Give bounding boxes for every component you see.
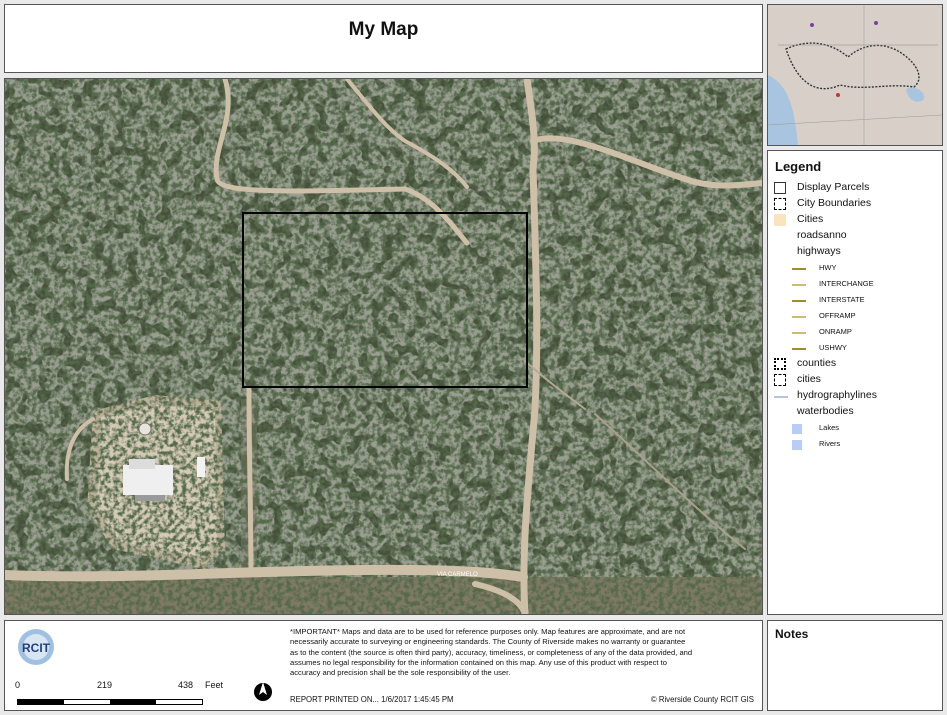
legend-symbol [792, 316, 806, 318]
legend-symbol [792, 440, 802, 450]
legend-symbol [792, 348, 806, 350]
legend-item-label: INTERSTATE [819, 295, 865, 304]
legend-item-hydrographylines: hydrographylines [768, 389, 942, 404]
scale-label-219: 219 [97, 680, 113, 690]
legend-title: Legend [775, 159, 822, 174]
legend-item-label: INTERCHANGE [819, 279, 874, 288]
legend-item-cities: Cities [768, 213, 942, 228]
legend-item-waterbodies: waterbodies [768, 405, 942, 420]
legend-symbol [774, 214, 786, 226]
legend-symbol [792, 300, 806, 302]
overview-map[interactable] [767, 4, 943, 146]
copyright-text: © Riverside County RCIT GIS [650, 695, 754, 704]
title-panel: My Map [4, 4, 763, 73]
legend-symbol [792, 424, 802, 434]
legend-item-label: hydrographylines [797, 389, 877, 401]
scale-label-438: 438 [178, 680, 194, 690]
footer-panel: RCIT 0 219 438 Feet *IMPORTANT* Maps and… [4, 620, 763, 711]
scale-bar [17, 699, 203, 705]
legend-symbol [774, 182, 786, 194]
water-tank [138, 422, 152, 436]
legend-item-highways: highways [768, 245, 942, 260]
legend-item-ushwy: USHWY [768, 341, 942, 356]
legend-item-offramp: OFFRAMP [768, 309, 942, 324]
svg-text:RCIT: RCIT [22, 641, 51, 655]
legend-item-label: HWY [819, 263, 837, 272]
legend-item-label: cities [797, 373, 821, 385]
legend-item-city-boundaries: City Boundaries [768, 197, 942, 212]
legend-item-cities: cities [768, 373, 942, 388]
legend-item-label: waterbodies [797, 405, 854, 417]
legend-item-label: USHWY [819, 343, 847, 352]
vegetation-texture [5, 79, 762, 614]
shed [197, 457, 205, 477]
scale-label-0: 0 [15, 680, 21, 690]
legend-item-hwy: HWY [768, 261, 942, 276]
scale-unit: Feet [205, 680, 224, 690]
map-imagery[interactable]: VIA CARMELO [5, 79, 762, 614]
legend-item-label: Lakes [819, 423, 840, 432]
legend-item-roadsanno: roadsanno [768, 229, 942, 244]
page-title: My Map [348, 19, 419, 40]
legend-item-interchange: INTERCHANGE [768, 277, 942, 292]
map-view[interactable]: VIA CARMELO [4, 78, 763, 615]
legend-item-label: ONRAMP [819, 327, 852, 336]
notes-panel: Notes [767, 620, 943, 711]
legend-item-lakes: Lakes [768, 421, 942, 436]
legend-symbol [774, 396, 788, 398]
legend-symbol [774, 198, 786, 210]
north-arrow-icon [254, 682, 272, 701]
legend-panel: Legend Display Parcels City Boundaries Cit… [767, 150, 943, 615]
legend-item-onramp: ONRAMP [768, 325, 942, 340]
legend-item-label: counties [797, 357, 837, 369]
legend-item-label: roadsanno [797, 229, 847, 241]
overview-map-graphic [768, 5, 942, 145]
legend-item-label: highways [797, 245, 841, 257]
house-structure [123, 459, 173, 501]
legend-item-label: OFFRAMP [819, 311, 856, 320]
disclaimer-text: *IMPORTANT* Maps and data are to be used… [290, 627, 693, 678]
rcit-logo: RCIT [18, 629, 54, 665]
legend-item-label: City Boundaries [797, 197, 872, 209]
location-marker [836, 93, 840, 97]
notes-title: Notes [775, 627, 809, 641]
legend-item-display-parcels: Display Parcels [768, 181, 942, 196]
legend-symbol [774, 358, 786, 370]
legend-item-rivers: Rivers [768, 437, 942, 452]
legend-item-label: Display Parcels [797, 181, 870, 193]
legend-item-counties: counties [768, 357, 942, 372]
legend-item-label: Rivers [819, 439, 841, 448]
legend-symbol [792, 268, 806, 270]
road-label-via-carmelo: VIA CARMELO [437, 572, 478, 578]
legend-item-label: Cities [797, 213, 824, 225]
legend-symbol [792, 332, 806, 334]
legend-symbol [792, 284, 806, 286]
legend-symbol [774, 374, 786, 386]
printed-timestamp: REPORT PRINTED ON... 1/6/2017 1:45:45 PM [290, 695, 454, 704]
legend-item-interstate: INTERSTATE [768, 293, 942, 308]
